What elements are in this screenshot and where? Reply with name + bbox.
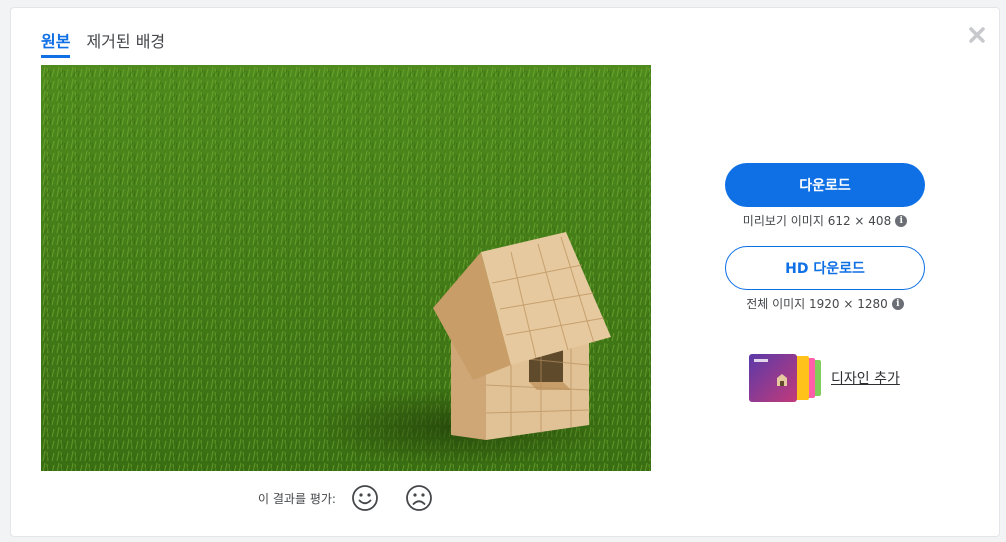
- full-image-info-text: 전체 이미지 1920 × 1280: [746, 297, 888, 311]
- info-icon[interactable]: i: [895, 214, 908, 227]
- smiley-face-icon[interactable]: [350, 483, 380, 513]
- tab-original[interactable]: 원본: [41, 28, 71, 58]
- tab-removed-background[interactable]: 제거된 배경: [86, 28, 165, 58]
- full-image-info: 전체 이미지 1920 × 1280 i: [725, 295, 925, 312]
- close-icon[interactable]: [966, 24, 988, 46]
- preview-info-text: 미리보기 이미지 612 × 408: [742, 214, 892, 228]
- info-icon[interactable]: i: [891, 297, 904, 310]
- hd-download-button[interactable]: HD 다운로드: [725, 246, 925, 290]
- result-image: [41, 65, 651, 471]
- preview-info: 미리보기 이미지 612 × 408 i: [725, 212, 925, 229]
- rating-bar: 이 결과를 평가:: [41, 481, 651, 515]
- rating-label: 이 결과를 평가:: [258, 491, 336, 506]
- design-templates-icon: [749, 354, 821, 402]
- result-dialog: 원본 제거된 배경 이 결과를 평가: 다운로드 미리보기 이미지 612 × …: [10, 7, 1000, 537]
- frowning-face-icon[interactable]: [404, 483, 434, 513]
- download-button[interactable]: 다운로드: [725, 163, 925, 207]
- add-design-row[interactable]: 디자인 추가: [725, 354, 927, 402]
- house-on-grass-photo: [41, 65, 651, 471]
- add-design-link[interactable]: 디자인 추가: [831, 368, 900, 388]
- download-panel: 다운로드 미리보기 이미지 612 × 408 i HD 다운로드 전체 이미지…: [725, 163, 927, 402]
- tab-bar: 원본 제거된 배경: [41, 28, 165, 58]
